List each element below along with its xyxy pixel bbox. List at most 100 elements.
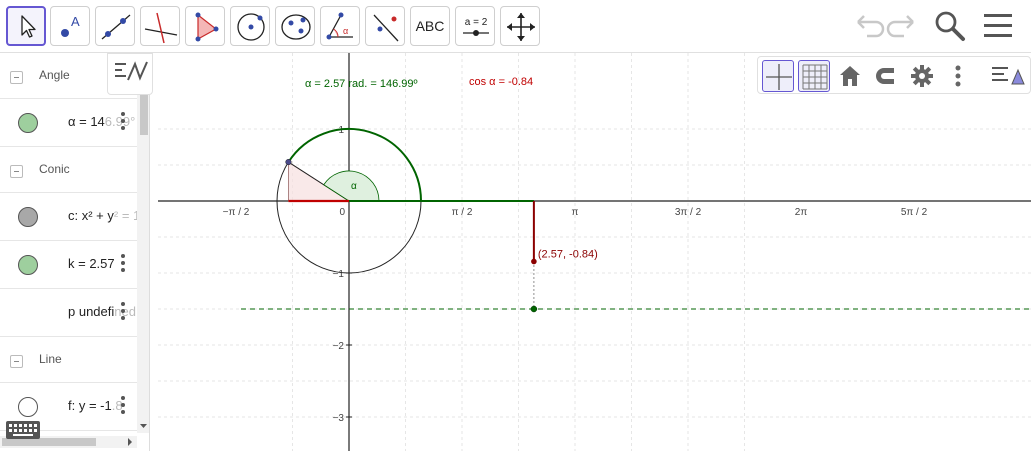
angle-alpha-label: α [351,181,357,192]
algebra-row-text[interactable]: k = 2.57 [68,256,137,271]
home-icon [840,66,860,86]
collapse-toggle[interactable] [10,355,23,368]
polygon-icon [195,12,219,42]
axes-toggle-icon [766,64,792,90]
algebra-row-text[interactable]: α = 146.99° [68,114,137,129]
algebra-row-text[interactable]: p undefined [68,304,137,319]
visibility-marker[interactable] [18,113,38,133]
scroll-down-icon[interactable] [137,421,150,431]
style-bar-toggle-button[interactable] [990,60,1025,92]
undo-button[interactable] [849,8,885,44]
point-icon: A [61,14,80,37]
collapse-toggle[interactable] [10,71,23,84]
graphics-settings-button[interactable] [906,60,938,92]
search-button[interactable] [932,8,968,44]
point-on-line-f[interactable] [530,305,538,313]
slider-icon: a = 2 [463,17,489,36]
perpendicular-line-tool-button[interactable] [140,6,180,46]
redo-button[interactable] [886,8,922,44]
angle-value-text[interactable]: α = 2.57 rad. = 146.99º [305,78,418,90]
visibility-marker[interactable] [18,255,38,275]
circle-tool-button[interactable] [230,6,270,46]
svg-text:α: α [343,26,348,36]
gear-icon [911,65,933,87]
more-options-icon[interactable] [120,112,126,132]
algebra-group-line[interactable]: Line [0,337,137,383]
line-tool-button[interactable] [95,6,135,46]
x-tick-label: π / 2 [452,207,473,218]
text-tool-button[interactable]: ABC [410,6,450,46]
polygon-tool-button[interactable] [185,6,225,46]
grid-toggle-icon [802,64,828,90]
perpendicular-line-icon [144,12,178,44]
move-tool-button[interactable] [6,6,46,46]
x-tick-label: 0 [339,207,345,218]
toggle-axes-button[interactable] [762,60,794,92]
more-options-button[interactable] [942,60,974,92]
conic-icon [281,14,311,40]
graphics-canvas[interactable]: −π / 20π / 2 π 3π / 2 2π 5π / 2 1−1−2−3 α (2… [158,53,1031,451]
visibility-marker[interactable] [18,397,38,417]
graphics-style-bar [757,56,1031,94]
algebra-style-bar-toggle[interactable] [107,53,153,95]
move-arrows-icon [507,13,535,41]
circle-icon [237,13,265,41]
toolbar: A α ABC a = 2 [0,0,1031,53]
more-options-icon[interactable] [120,254,126,274]
more-options-icon[interactable] [120,396,126,416]
algebra-row-text[interactable]: f: y = -1.8 [68,398,137,413]
visibility-marker[interactable] [18,207,38,227]
svg-text:A: A [71,14,80,29]
standard-view-button[interactable] [834,60,866,92]
reflect-tool-button[interactable] [365,6,405,46]
algebra-row-p[interactable]: p undefined [0,289,137,337]
group-title: Line [39,352,62,366]
conic-tool-button[interactable] [275,6,315,46]
algebra-group-conic[interactable]: Conic [0,147,137,193]
virtual-keyboard-button[interactable] [0,417,46,445]
reflect-icon [373,14,399,42]
cos-value-text[interactable]: cos α = -0.84 [469,76,533,88]
menu-icon [984,14,1012,37]
x-tick-label: −π / 2 [223,207,250,218]
line-icon [101,14,131,40]
point-tool-button[interactable]: A [50,6,90,46]
slider-tool-button[interactable]: a = 2 [455,6,495,46]
graph-style-icon [115,61,148,81]
angle-tool-button[interactable]: α [320,6,360,46]
more-options-icon[interactable] [120,302,126,322]
algebra-view: Angle α = 146.99° Conic c: x² + y² = 1 k… [0,53,150,451]
toggle-grid-button[interactable] [798,60,830,92]
y-tick-label: −3 [333,413,345,424]
collapse-toggle[interactable] [10,165,23,178]
algebra-vertical-scrollbar[interactable] [137,53,150,433]
undo-icon [857,15,885,38]
algebra-row-k[interactable]: k = 2.57 [0,241,137,289]
redo-icon [886,15,914,38]
x-tick-label: 2π [795,207,808,218]
x-tick-label: π [572,207,579,218]
point-on-circle[interactable] [285,159,292,166]
main-menu-button[interactable] [980,8,1016,44]
point-cos-value[interactable] [531,258,537,265]
keyboard-icon [6,421,40,439]
more-vertical-icon [955,65,961,87]
scrollbar-thumb[interactable] [140,95,148,135]
y-tick-label: −1 [333,269,345,280]
magnet-icon [876,68,894,84]
graphics-view[interactable]: −π / 20π / 2 π 3π / 2 2π 5π / 2 1 −1 −2 −3 α (2… [158,53,1031,451]
algebra-row-c[interactable]: c: x² + y² = 1 [0,193,137,241]
point-capturing-button[interactable] [870,60,902,92]
move-graphics-view-tool-button[interactable] [500,6,540,46]
y-tick-label: −2 [333,341,345,352]
algebra-row-text[interactable]: c: x² + y² = 1 [68,208,137,223]
slider-tool-label: a = 2 [465,17,488,28]
x-tick-label: 5π / 2 [901,207,928,218]
arrow-cursor-icon [21,15,36,38]
scroll-right-icon[interactable] [125,436,135,448]
group-title: Conic [39,162,70,176]
point-coordinates-label: (2.57, -0.84) [538,248,598,260]
algebra-row-alpha[interactable]: α = 146.99° [0,99,137,147]
text-tool-label: ABC [415,18,445,34]
search-icon [935,11,965,41]
